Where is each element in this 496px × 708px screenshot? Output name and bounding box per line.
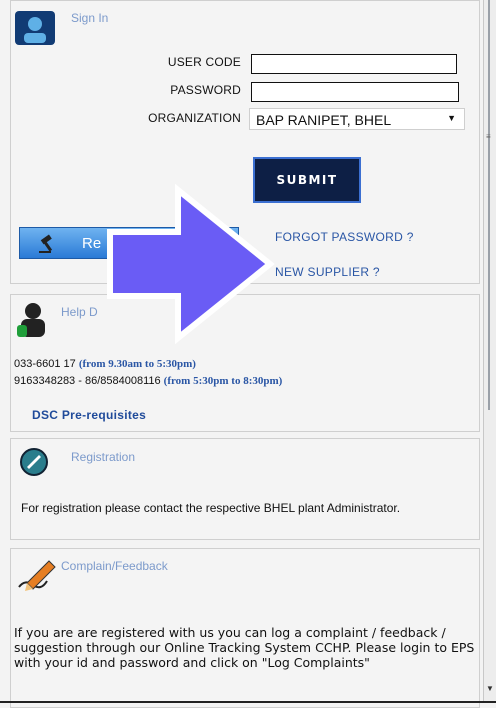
password-label: PASSWORD <box>170 83 241 97</box>
user-icon <box>15 11 55 48</box>
new-supplier-link[interactable]: NEW SUPPLIER ? <box>275 265 380 279</box>
organization-label: ORGANIZATION <box>148 111 241 125</box>
vertical-scrollbar[interactable]: ≡ ▼ <box>483 0 496 703</box>
organization-select[interactable]: BAP RANIPET, BHEL ▼ <box>249 108 465 130</box>
registration-icon <box>19 447 49 480</box>
complain-panel: Complain/Feedback If you are are registe… <box>10 548 480 708</box>
help-phone-1: 033-6601 17 <box>14 358 76 370</box>
forgot-password-link[interactable]: FORGOT PASSWORD ? <box>275 230 414 244</box>
scrollbar-track-line <box>488 0 490 410</box>
signin-title: Sign In <box>71 11 109 25</box>
user-code-label: USER CODE <box>167 55 241 69</box>
reverse-auction-label: Re <box>82 235 102 252</box>
feedback-pencil-icon <box>15 557 59 600</box>
scroll-down-icon[interactable]: ▼ <box>486 684 494 693</box>
help-phone-2: 9163348283 - 86/8584008116 <box>14 375 161 387</box>
complain-title: Complain/Feedback <box>61 559 168 573</box>
gavel-icon <box>38 234 60 257</box>
complain-text: If you are are registered with us you ca… <box>14 625 475 670</box>
registration-text: For registration please contact the resp… <box>21 501 401 515</box>
password-input[interactable] <box>251 82 459 102</box>
help-line-1: 033-6601 17 (from 9.30am to 5:30pm) <box>14 358 196 370</box>
dropdown-arrow-icon: ▼ <box>447 113 456 123</box>
submit-label: SUBMIT <box>276 173 338 187</box>
help-desk-agent-icon <box>15 299 49 342</box>
dsc-prerequisites-link[interactable]: DSC Pre-requisites <box>32 408 146 422</box>
user-code-input[interactable] <box>251 54 457 74</box>
help-desk-title: Help D <box>61 305 98 319</box>
help-line-2: 9163348283 - 86/8584008116 (from 5:30pm … <box>14 375 282 387</box>
help-time-2: (from 5:30pm to 8:30pm) <box>163 375 283 387</box>
help-time-1: (from 9.30am to 5:30pm) <box>78 358 196 370</box>
organization-value: BAP RANIPET, BHEL <box>256 112 392 128</box>
pointer-arrow-icon <box>106 183 276 347</box>
registration-title: Registration <box>71 450 136 464</box>
scrollbar-grip-icon: ≡ <box>486 132 491 141</box>
registration-panel: Registration For registration please con… <box>10 438 480 540</box>
